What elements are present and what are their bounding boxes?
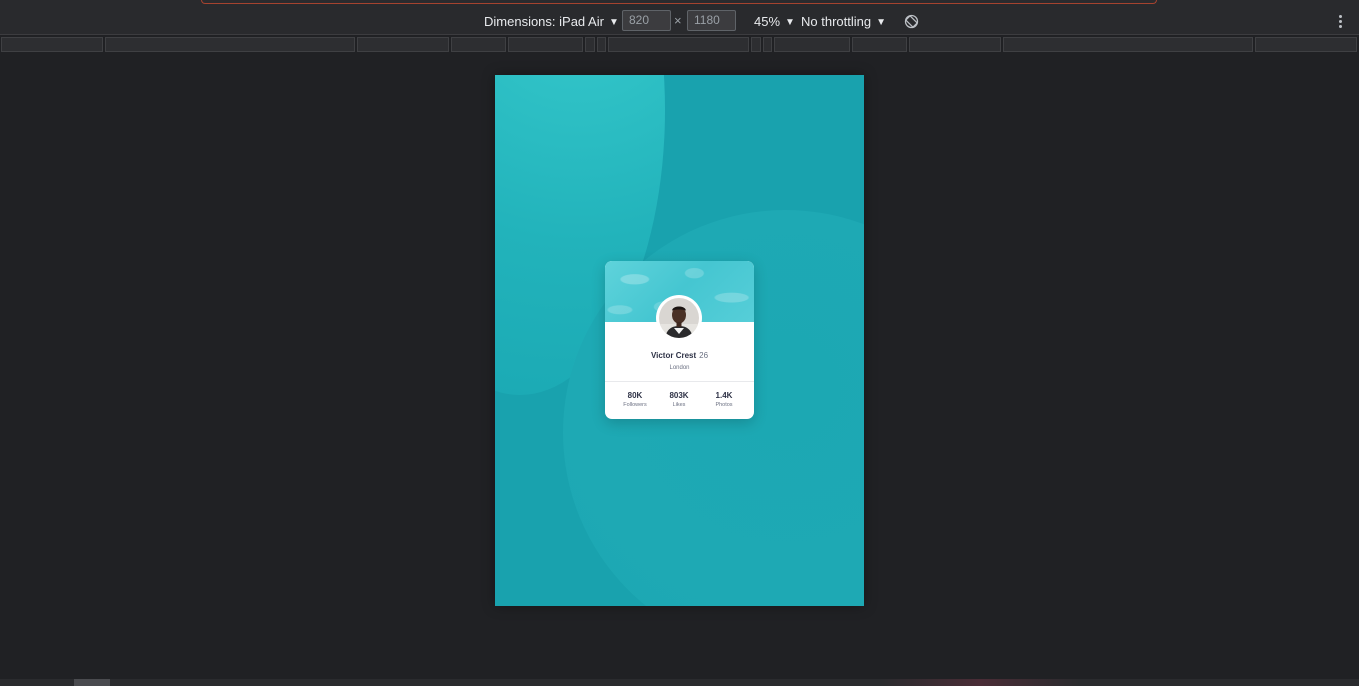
media-query-segment[interactable] [451, 37, 506, 52]
media-query-bar [0, 36, 1359, 53]
throttling-dropdown[interactable]: No throttling ▼ [801, 13, 886, 30]
media-query-segment[interactable] [909, 37, 1001, 52]
avatar [656, 295, 702, 341]
stat-label: Photos [715, 402, 733, 408]
media-query-segment[interactable] [357, 37, 449, 52]
profile-card: Victor Crest 26 London 80K Followers 803K… [605, 261, 754, 419]
rotate-icon[interactable] [904, 14, 919, 29]
stat-value: 803K [669, 391, 689, 400]
dimensions-dropdown[interactable]: Dimensions: iPad Air ▼ [484, 13, 619, 30]
dimensions-label: Dimensions: iPad Air [484, 14, 604, 29]
scrollbar-thumb[interactable] [74, 679, 110, 686]
stat-label: Followers [623, 402, 647, 408]
height-input[interactable]: 1180 [687, 10, 736, 31]
stat-value: 1.4K [715, 391, 733, 400]
bottom-glow [880, 679, 1080, 686]
profile-name-line: Victor Crest 26 [605, 351, 754, 360]
media-query-segment[interactable] [751, 37, 761, 52]
media-query-segment[interactable] [105, 37, 355, 52]
throttling-label: No throttling [801, 14, 872, 29]
profile-name: Victor Crest [650, 351, 697, 360]
media-query-segment[interactable] [608, 37, 749, 52]
media-query-segment[interactable] [1, 37, 103, 52]
times-symbol: × [674, 13, 682, 28]
card-divider [605, 381, 754, 382]
dimensions-caret-icon: ▼ [608, 17, 619, 28]
stat-followers: 80K Followers [615, 391, 655, 408]
width-input[interactable]: 820 [622, 10, 671, 31]
stat-value: 80K [627, 391, 643, 400]
stat-label: Likes [672, 402, 686, 408]
avatar-photo [659, 298, 699, 338]
media-query-segment[interactable] [852, 37, 907, 52]
media-query-segment[interactable] [508, 37, 583, 52]
zoom-label: 45% [754, 14, 781, 29]
profile-city: London [669, 365, 690, 371]
device-toolbar: Dimensions: iPad Air ▼ 820 × 1180 45% ▼ No… [0, 8, 1359, 35]
more-options-icon[interactable] [1333, 14, 1347, 30]
throttling-caret-icon: ▼ [876, 17, 886, 28]
page-tab-edge [201, 0, 1157, 4]
device-viewport: Victor Crest 26 London 80K Followers 803K… [495, 75, 864, 606]
zoom-dropdown[interactable]: 45% ▼ [754, 13, 795, 30]
zoom-caret-icon: ▼ [785, 17, 795, 28]
media-query-segment[interactable] [763, 37, 772, 52]
profile-age: 26 [699, 351, 709, 360]
bottom-scrollbar [0, 679, 1359, 686]
media-query-segment[interactable] [585, 37, 595, 52]
media-query-segment[interactable] [1003, 37, 1253, 52]
media-query-segment[interactable] [597, 37, 606, 52]
media-query-segment[interactable] [1255, 37, 1357, 52]
stat-likes: 803K Likes [659, 391, 699, 408]
stat-photos: 1.4K Photos [704, 391, 744, 408]
media-query-segment[interactable] [774, 37, 850, 52]
top-strip [0, 0, 1359, 8]
